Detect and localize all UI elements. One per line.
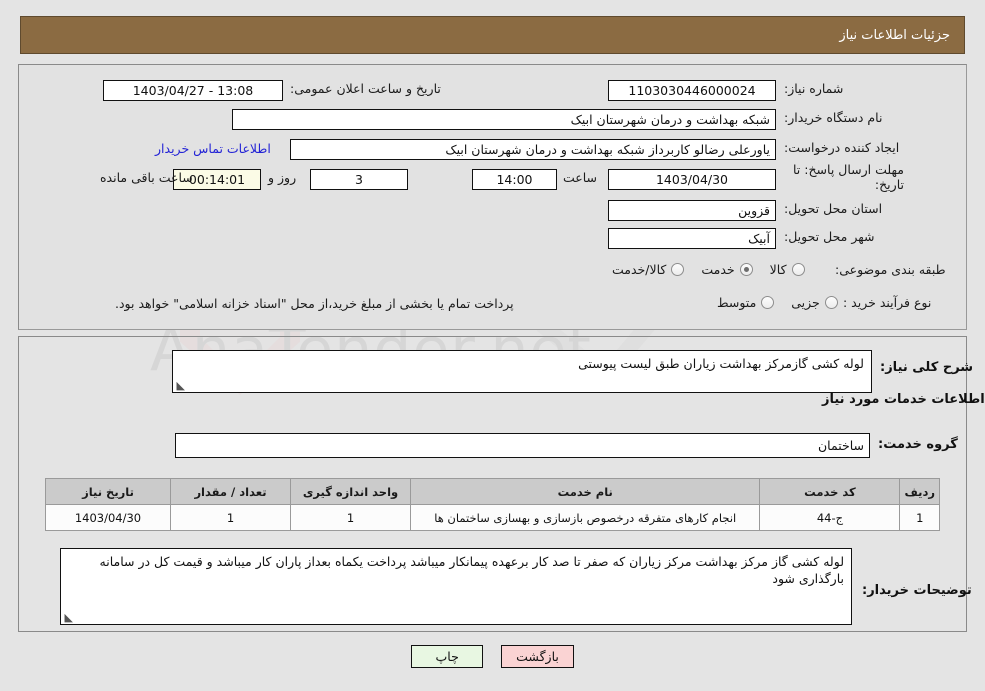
treasury-note: پرداخت تمام یا بخشی از مبلغ خرید،از محل … [115, 296, 514, 311]
print-button[interactable]: چاپ [411, 645, 484, 668]
cell-unit: 1 [290, 504, 411, 531]
resize-grip-icon[interactable]: ◣ [175, 380, 185, 391]
city-row: شهر محل تحویل: [784, 229, 874, 244]
service-group-label: گروه خدمت: [878, 437, 958, 452]
remaining-label-wrap: ساعت باقی مانده [100, 170, 193, 185]
radio-category-kala-khedmat[interactable] [671, 263, 685, 276]
need-info-panel [18, 64, 967, 330]
radio-category-kala-khedmat-label: کالا/خدمت [612, 262, 667, 277]
th-row-no: ردیف [899, 478, 940, 505]
province-row: استان محل تحویل: [784, 201, 882, 216]
th-qty: تعداد / مقدار [170, 478, 291, 505]
radio-process-jozei[interactable] [824, 296, 838, 309]
th-date: تاریخ نیاز [45, 478, 171, 505]
th-name: نام خدمت [409, 478, 761, 505]
need-number-row: شماره نیاز: [784, 81, 843, 96]
service-group-field[interactable]: ساختمان [175, 433, 870, 458]
radio-category-khedmat-label: خدمت [701, 262, 735, 277]
back-button[interactable]: بازگشت [501, 645, 574, 668]
buyer-notes-label: توضیحات خریدار: [862, 583, 972, 598]
radio-category-khedmat[interactable] [739, 263, 753, 276]
cell-name: انجام کارهای متفرقه درخصوص بازسازی و بهس… [409, 504, 761, 531]
process-radio-group: جزیی متوسط [705, 295, 838, 310]
need-number-field[interactable]: 1103030446000024 [608, 80, 776, 101]
page-title-bar: جزئیات اطلاعات نیاز [20, 16, 965, 54]
creator-row: ایجاد کننده درخواست: [784, 140, 899, 155]
buyer-org-field[interactable]: شبکه بهداشت و درمان شهرستان ابیک [232, 109, 776, 130]
cell-code: ج-44 [759, 504, 901, 531]
table-row: 1 ج-44 انجام کارهای متفرقه درخصوص بازساز… [45, 504, 940, 531]
deadline-hour-label-wrap: ساعت [563, 170, 597, 185]
city-field[interactable]: آبیک [608, 228, 776, 249]
resize-grip-icon-notes[interactable]: ◣ [63, 612, 73, 623]
treasury-note-wrap: پرداخت تمام یا بخشی از مبلغ خرید،از محل … [115, 296, 514, 311]
remaining-label: ساعت باقی مانده [100, 170, 193, 185]
category-row: طبقه بندی موضوعی: [835, 262, 946, 277]
services-section-title: اطلاعات خدمات مورد نیاز [822, 392, 985, 407]
page-title: جزئیات اطلاعات نیاز [839, 27, 950, 43]
buyer-notes-value: لوله کشی گاز مرکز بهداشت مرکز زیاران که … [99, 554, 844, 586]
category-label: طبقه بندی موضوعی: [835, 262, 946, 277]
radio-category-kala-label: کالا [769, 262, 787, 277]
cell-qty: 1 [170, 504, 291, 531]
buyer-notes-textarea[interactable]: لوله کشی گاز مرکز بهداشت مرکز زیاران که … [60, 548, 852, 625]
city-label: شهر محل تحویل: [784, 229, 875, 244]
deadline-hour-label: ساعت [563, 170, 598, 185]
buyer-contact-link[interactable]: اطلاعات تماس خریدار [155, 141, 271, 156]
category-radio-group: کالا خدمت کالا/خدمت [600, 262, 805, 277]
announce-date-label: تاریخ و ساعت اعلان عمومی: [290, 81, 441, 96]
cell-row-no: 1 [899, 504, 940, 531]
radio-process-motavaset[interactable] [761, 296, 775, 309]
radio-category-kala[interactable] [791, 263, 805, 276]
days-label: روز و [268, 170, 297, 185]
services-table: ردیف کد خدمت نام خدمت واحد اندازه گیری ت… [45, 478, 940, 531]
radio-process-jozei-label: جزیی [791, 295, 820, 310]
table-header-row: ردیف کد خدمت نام خدمت واحد اندازه گیری ت… [45, 478, 940, 505]
days-label-wrap: روز و [268, 170, 296, 185]
buyer-contact-link-wrap[interactable]: اطلاعات تماس خریدار [155, 141, 271, 156]
th-code: کد خدمت [759, 478, 901, 505]
creator-field[interactable]: یاورعلی رضالو کاربرداز شبکه بهداشت و درم… [290, 139, 776, 160]
buyer-org-row: نام دستگاه خریدار: [784, 110, 882, 125]
need-desc-textarea[interactable]: لوله کشی گازمرکز بهداشت زیاران طبق لیست … [172, 350, 872, 393]
deadline-label: مهلت ارسال پاسخ: تا تاریخ: [793, 162, 904, 192]
deadline-date-field[interactable]: 1403/04/30 [608, 169, 776, 190]
announce-date-row: تاریخ و ساعت اعلان عمومی: [290, 81, 441, 96]
deadline-row: مهلت ارسال پاسخ: تا تاریخ: [784, 162, 904, 192]
need-desc-label: شرح کلی نیاز: [880, 360, 974, 375]
remaining-days-field[interactable]: 3 [310, 169, 408, 190]
radio-process-motavaset-label: متوسط [717, 295, 757, 310]
need-desc-value: لوله کشی گازمرکز بهداشت زیاران طبق لیست … [578, 356, 864, 371]
th-unit: واحد اندازه گیری [290, 478, 411, 505]
process-row: نوع فرآیند خرید : [843, 295, 931, 310]
need-number-label: شماره نیاز: [784, 81, 844, 96]
province-label: استان محل تحویل: [784, 201, 883, 216]
creator-label: ایجاد کننده درخواست: [784, 140, 900, 155]
action-button-bar: بازگشت چاپ [0, 645, 985, 668]
announce-date-field[interactable]: 13:08 - 1403/04/27 [103, 80, 283, 101]
deadline-time-field[interactable]: 14:00 [472, 169, 557, 190]
process-label: نوع فرآیند خرید : [843, 295, 932, 310]
cell-date: 1403/04/30 [45, 504, 171, 531]
buyer-org-label: نام دستگاه خریدار: [784, 110, 883, 125]
province-field[interactable]: قزوین [608, 200, 776, 221]
